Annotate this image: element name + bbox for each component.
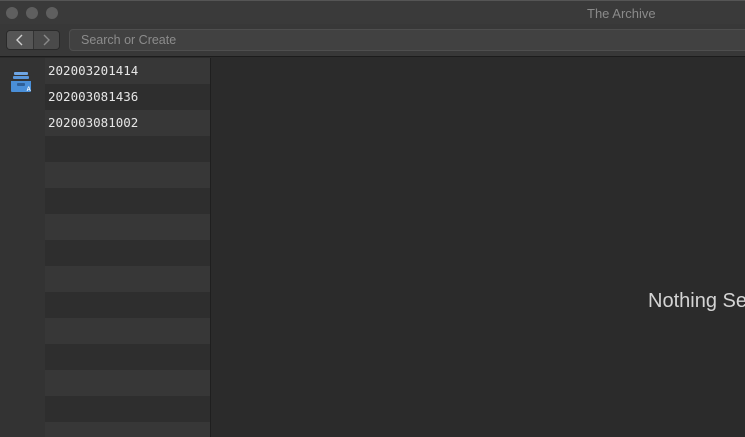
zoom-window-button[interactable] [46,7,58,19]
window-title: The Archive [587,6,656,21]
archive-tray-icon[interactable]: A [9,70,33,94]
forward-button[interactable] [32,31,59,49]
note-list[interactable]: 202003201414 202003081436 202003081002 [45,58,211,437]
chevron-right-icon [43,34,51,46]
app-window: The Archive A 202003201414202003081 [0,0,745,437]
list-item[interactable]: 202003081436 [45,84,210,110]
title-bar: The Archive [0,0,745,24]
empty-list-row [45,422,210,437]
empty-list-row [45,214,210,240]
navigation-buttons [6,30,60,50]
empty-list-row [45,188,210,214]
empty-list-row [45,162,210,188]
minimize-window-button[interactable] [26,7,38,19]
close-window-button[interactable] [6,7,18,19]
empty-list-row [45,370,210,396]
search-input[interactable] [69,29,745,51]
empty-list-row [45,344,210,370]
list-item[interactable]: 202003201414 [45,58,210,84]
empty-state-message: Nothing Selected [648,290,745,312]
empty-list-row [45,240,210,266]
empty-list-row [45,318,210,344]
empty-list-row [45,266,210,292]
empty-list-row [45,396,210,422]
editor-area: Nothing Selected [212,58,745,437]
toolbar [0,24,745,57]
chevron-left-icon [15,34,23,46]
empty-list-row [45,292,210,318]
back-button[interactable] [7,31,33,49]
empty-list-row [45,136,210,162]
list-item[interactable]: 202003081002 [45,110,210,136]
svg-text:A: A [27,87,32,93]
sidebar-icon-column: A [0,58,45,437]
